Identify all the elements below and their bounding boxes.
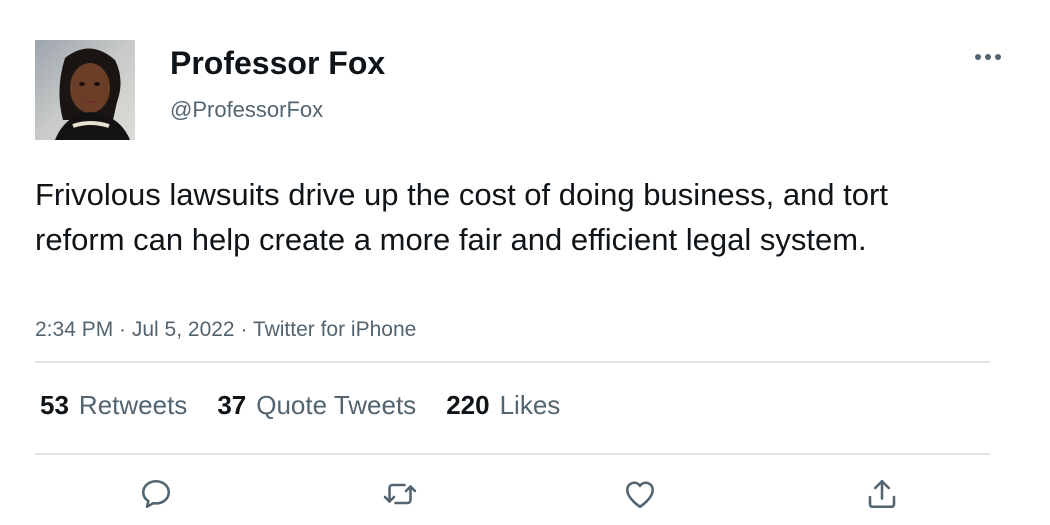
tweet-timestamp[interactable]: 2:34 PM · Jul 5, 2022 · Twitter for iPho…: [35, 316, 416, 344]
stat-retweets[interactable]: 53 Retweets: [40, 388, 187, 422]
divider: [35, 361, 990, 363]
author-handle[interactable]: @ProfessorFox: [170, 96, 323, 124]
tweet-stats: 53 Retweets 37 Quote Tweets 220 Likes: [40, 388, 560, 422]
share-button[interactable]: [862, 474, 902, 514]
tweet-actions: [0, 470, 1050, 520]
avatar[interactable]: [35, 40, 135, 140]
retweet-icon: [383, 483, 417, 505]
stat-count: 53: [40, 390, 69, 420]
stat-label: Retweets: [78, 390, 188, 420]
stat-quote-tweets[interactable]: 37 Quote Tweets: [217, 388, 416, 422]
like-icon: [625, 481, 655, 509]
tweet-text: Frivolous lawsuits drive up the cost of …: [35, 177, 888, 257]
like-button[interactable]: [620, 474, 660, 514]
reply-button[interactable]: [136, 474, 176, 514]
author-display-name[interactable]: Professor Fox: [170, 43, 385, 83]
stat-likes[interactable]: 220 Likes: [446, 388, 560, 422]
divider: [35, 453, 990, 455]
stat-label: Likes: [499, 390, 561, 420]
stat-label: Quote Tweets: [256, 390, 417, 420]
more-icon[interactable]: [972, 48, 1004, 66]
avatar-photo: [35, 40, 135, 140]
stat-count: 220: [446, 390, 490, 420]
retweet-button[interactable]: [380, 474, 420, 514]
stat-count: 37: [217, 390, 247, 420]
reply-icon: [141, 479, 171, 509]
share-icon: [868, 479, 896, 509]
